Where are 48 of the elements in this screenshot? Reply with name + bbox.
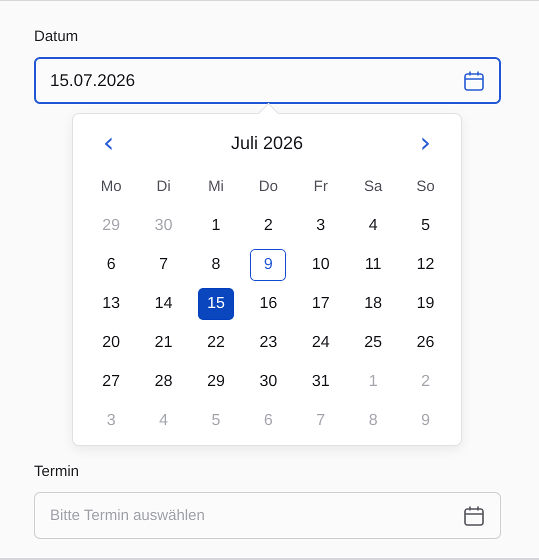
field-label: Datum <box>34 27 78 46</box>
calendar-icon[interactable] <box>463 504 485 526</box>
calendar-day[interactable]: 5 <box>408 210 444 242</box>
calendar-day[interactable]: 1 <box>198 210 234 242</box>
calendar-day[interactable]: 8 <box>198 248 234 280</box>
month-title: Juli 2026 <box>230 132 304 154</box>
weekday-label: Mi <box>208 178 224 195</box>
calendar-day[interactable]: 17 <box>302 288 339 320</box>
calendar-day[interactable]: 3 <box>302 210 339 242</box>
calendar-day[interactable]: 22 <box>198 326 234 358</box>
calendar-day[interactable]: 14 <box>146 288 182 320</box>
weekday-label: Sa <box>364 178 382 195</box>
calendar-day[interactable]: 21 <box>146 326 182 358</box>
calendar-icon[interactable] <box>463 70 485 92</box>
calendar-day[interactable]: 15 <box>198 288 234 320</box>
calendar-day[interactable]: 20 <box>93 326 130 358</box>
calendar-day[interactable]: 16 <box>250 288 286 320</box>
calendar-day[interactable]: 26 <box>408 326 444 358</box>
calendar-day[interactable]: 27 <box>93 366 130 398</box>
calendar-day[interactable]: 19 <box>408 288 444 320</box>
calendar-day[interactable]: 9 <box>250 248 286 280</box>
next-month-button[interactable]: › <box>412 129 439 157</box>
calendar-day[interactable]: 18 <box>355 288 392 320</box>
calendar-day[interactable]: 28 <box>146 366 182 398</box>
field-value: 15.07.2026 <box>50 70 136 90</box>
weekday-label: Do <box>258 178 278 195</box>
calendar-day[interactable]: 25 <box>355 326 392 358</box>
placeholder-text: Bitte Termin auswählen <box>50 507 205 524</box>
calendar-day[interactable]: 2 <box>250 210 286 242</box>
date-field[interactable]: 15.07.2026 <box>34 57 501 104</box>
calendar-day[interactable]: 23 <box>250 326 286 358</box>
calendar-day[interactable]: 7 <box>146 248 182 280</box>
calendar-day[interactable]: 10 <box>302 248 339 280</box>
calendar-day[interactable]: 13 <box>93 288 130 320</box>
calendar-day[interactable]: 12 <box>408 248 444 280</box>
calendar-day[interactable]: 29 <box>198 366 234 398</box>
calendar-day[interactable]: 31 <box>302 366 339 398</box>
weekday-label: Mo <box>100 178 122 195</box>
previous-month-button[interactable]: ‹ <box>95 129 122 157</box>
calendar-day[interactable]: 11 <box>355 248 392 280</box>
weekday-label: Fr <box>314 178 328 195</box>
field-label: Termin <box>34 462 80 481</box>
weekday-label: So <box>416 178 435 195</box>
calendar-day[interactable]: 24 <box>302 326 339 358</box>
calendar-day[interactable]: 30 <box>250 366 286 398</box>
calendar-day[interactable]: 4 <box>355 210 392 242</box>
calendar-day[interactable]: 6 <box>93 248 130 280</box>
weekday-label: Di <box>156 178 171 195</box>
